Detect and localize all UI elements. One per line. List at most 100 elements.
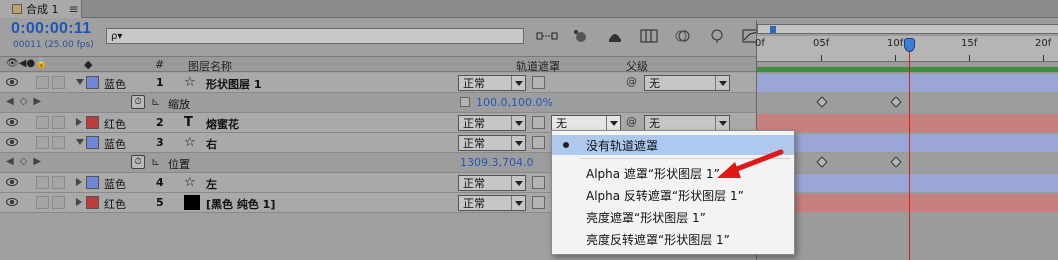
- keyframe-marker[interactable]: [816, 96, 828, 108]
- layer-name-header[interactable]: 图层名称: [188, 58, 232, 74]
- eye-icon[interactable]: [6, 78, 18, 86]
- ruler-tick: [895, 55, 896, 61]
- parent-dropdown[interactable]: 无: [644, 115, 730, 131]
- draft-3d-icon[interactable]: [570, 28, 592, 44]
- label-color-swatch[interactable]: [86, 176, 99, 189]
- menu-item-luma-inverted-matte[interactable]: 亮度反转遮罩“形状图层 1”: [552, 229, 794, 249]
- mode-dropdown[interactable]: 正常: [458, 195, 526, 211]
- label-color-swatch[interactable]: [86, 136, 99, 149]
- label-color-name: 蓝色: [104, 178, 126, 191]
- work-area-bar[interactable]: [757, 67, 1058, 72]
- solo-switch[interactable]: [36, 176, 49, 189]
- mode-dropdown[interactable]: 正常: [458, 135, 526, 151]
- property-track: [757, 94, 1058, 112]
- mode-dropdown[interactable]: 正常: [458, 115, 526, 131]
- property-value[interactable]: 1309.3,704.0: [460, 156, 533, 169]
- preserve-transparency-checkbox[interactable]: [532, 116, 545, 129]
- collapse-triangle-icon[interactable]: [76, 118, 82, 126]
- menu-item-label: Alpha 遮罩“形状图层 1”: [586, 166, 720, 181]
- lock-switch[interactable]: [52, 116, 65, 129]
- current-time-indicator-line[interactable]: [909, 42, 910, 260]
- label-color-name: 蓝色: [104, 78, 126, 91]
- preserve-transparency-checkbox[interactable]: [532, 176, 545, 189]
- label-color-swatch[interactable]: [86, 116, 99, 129]
- stopwatch-icon[interactable]: ⏱: [131, 155, 145, 169]
- hide-shy-layers-icon[interactable]: [604, 28, 626, 44]
- layer-name[interactable]: 右: [206, 136, 217, 152]
- eye-icon[interactable]: [6, 198, 18, 206]
- layer-row[interactable]: 蓝色 1 ☆ 形状图层 1 正常 @ 无: [0, 73, 756, 93]
- eye-icon[interactable]: [6, 118, 18, 126]
- brainstorm-icon[interactable]: [706, 28, 728, 44]
- solo-switch[interactable]: [36, 116, 49, 129]
- constrain-proportions-icon[interactable]: [460, 97, 470, 107]
- collapse-triangle-icon[interactable]: [76, 178, 82, 186]
- chevron-down-icon: [511, 196, 525, 210]
- mode-value: 正常: [463, 177, 485, 190]
- timeline-panel[interactable]: 0f 05f 10f 15f 20f: [755, 20, 1058, 260]
- property-row[interactable]: ◀◇▶ ⏱ ⊾ 缩放 100.0,100.0%: [0, 93, 756, 113]
- menu-item-luma-matte[interactable]: 亮度遮罩“形状图层 1”: [552, 207, 794, 227]
- collapse-triangle-icon[interactable]: [76, 198, 82, 206]
- label-color-swatch[interactable]: [86, 76, 99, 89]
- keyframe-marker[interactable]: [890, 96, 902, 108]
- mode-dropdown[interactable]: 正常: [458, 75, 526, 91]
- keyframe-navigator[interactable]: ◀◇▶: [6, 96, 47, 107]
- preserve-transparency-checkbox[interactable]: [532, 136, 545, 149]
- keyframe-marker[interactable]: [890, 156, 902, 168]
- ruler-tick-label: 15f: [961, 38, 978, 49]
- pick-whip-icon[interactable]: @: [626, 75, 637, 88]
- track-matte-dropdown[interactable]: 无: [551, 115, 621, 131]
- solo-switch[interactable]: [36, 196, 49, 209]
- layer-duration-bar[interactable]: [757, 194, 1058, 212]
- solid-color-thumbnail: [184, 195, 200, 210]
- chevron-down-icon: [511, 116, 525, 130]
- property-value[interactable]: 100.0,100.0%: [476, 96, 553, 109]
- pick-whip-icon[interactable]: @: [626, 115, 637, 128]
- solo-switch[interactable]: [36, 76, 49, 89]
- layer-name[interactable]: 形状图层 1: [206, 76, 261, 92]
- lock-switch[interactable]: [52, 136, 65, 149]
- eye-icon[interactable]: [6, 138, 18, 146]
- graph-icon[interactable]: ⊾: [151, 155, 160, 168]
- eye-icon[interactable]: [6, 178, 18, 186]
- menu-item-alpha-inverted-matte[interactable]: Alpha 反转遮罩“形状图层 1”: [552, 185, 794, 205]
- tab-menu-icon[interactable]: ≡: [69, 2, 79, 16]
- keyframe-marker[interactable]: [816, 156, 828, 168]
- layer-duration-bar[interactable]: [757, 114, 1058, 132]
- layer-duration-bar[interactable]: [757, 74, 1058, 92]
- parent-dropdown[interactable]: 无: [644, 75, 730, 91]
- time-navigator-start-handle[interactable]: [770, 26, 776, 33]
- lock-switch[interactable]: [52, 176, 65, 189]
- label-color-name: 红色: [104, 198, 126, 211]
- solo-switch[interactable]: [36, 136, 49, 149]
- layer-name[interactable]: 熔蜜花: [206, 116, 239, 132]
- frame-blending-icon[interactable]: [638, 28, 660, 44]
- preserve-transparency-checkbox[interactable]: [532, 76, 545, 89]
- comp-mini-flowchart-icon[interactable]: [536, 28, 558, 44]
- parent-value: 无: [649, 77, 660, 90]
- expand-triangle-icon[interactable]: [76, 139, 84, 145]
- layer-duration-bar[interactable]: [757, 174, 1058, 192]
- graph-icon[interactable]: ⊾: [151, 95, 160, 108]
- motion-blur-icon[interactable]: [672, 28, 694, 44]
- tab-comp-1[interactable]: 合成 1 ≡: [0, 0, 82, 18]
- label-color-swatch[interactable]: [86, 196, 99, 209]
- expand-triangle-icon[interactable]: [76, 79, 84, 85]
- preserve-transparency-checkbox[interactable]: [532, 196, 545, 209]
- layer-name[interactable]: 左: [206, 176, 217, 192]
- lock-switch[interactable]: [52, 76, 65, 89]
- keyframe-navigator[interactable]: ◀◇▶: [6, 156, 47, 167]
- chevron-down-icon: [511, 136, 525, 150]
- current-time-display[interactable]: 0:00:00:11: [11, 20, 91, 38]
- lock-switch[interactable]: [52, 196, 65, 209]
- time-navigator[interactable]: [757, 24, 1058, 34]
- stopwatch-icon[interactable]: ⏱: [131, 95, 145, 109]
- current-time-indicator-handle[interactable]: [904, 38, 915, 52]
- search-input[interactable]: ρ▾: [106, 28, 524, 44]
- layer-duration-bar[interactable]: [757, 134, 1058, 152]
- selected-bullet-icon: [563, 142, 569, 148]
- layer-name[interactable]: [黑色 纯色 1]: [206, 196, 275, 212]
- mode-dropdown[interactable]: 正常: [458, 175, 526, 191]
- menu-item-label: 亮度遮罩“形状图层 1”: [586, 210, 706, 225]
